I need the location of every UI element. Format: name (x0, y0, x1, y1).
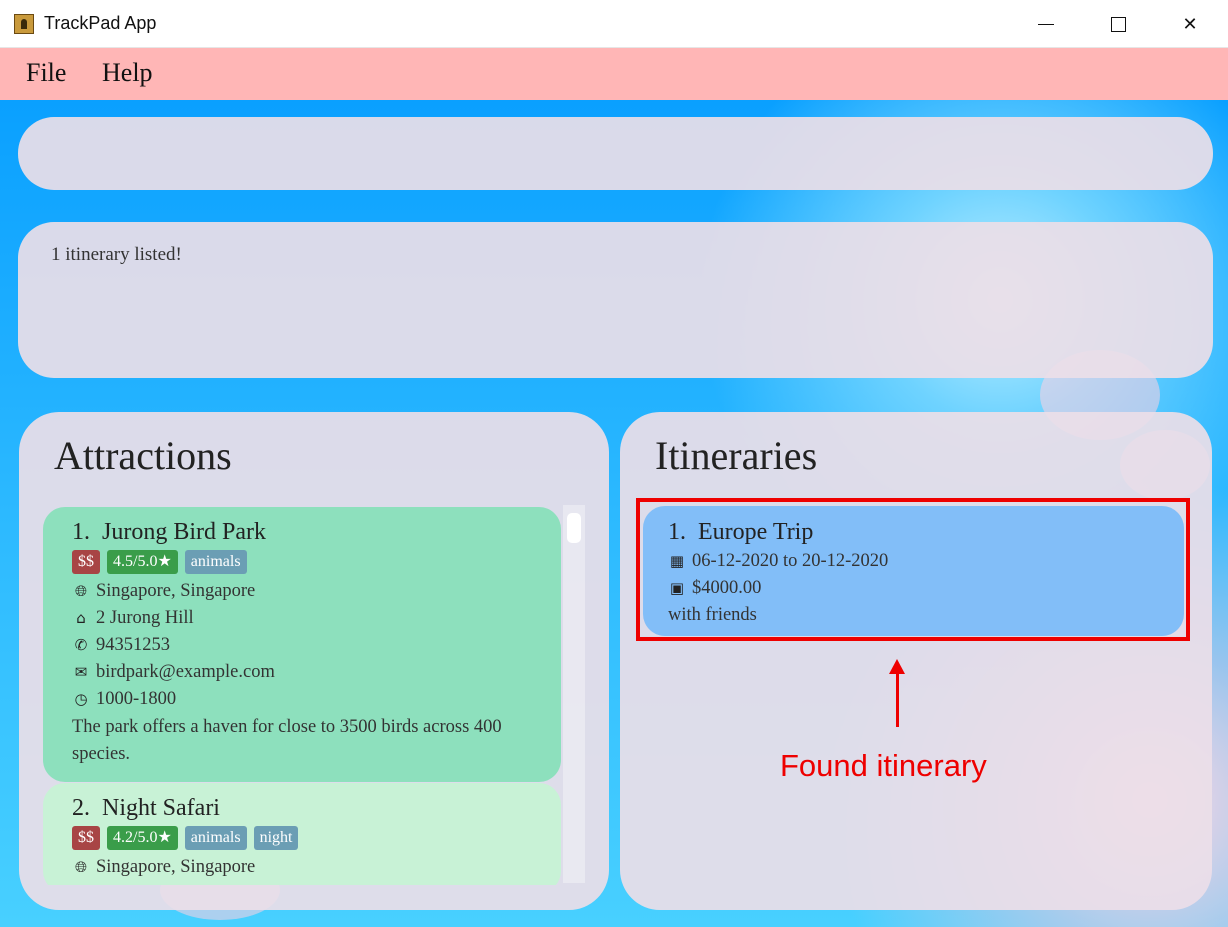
menu-help[interactable]: Help (102, 58, 153, 88)
close-button[interactable]: ✕ (1154, 0, 1226, 48)
globe-icon: 🌐︎ (74, 858, 87, 876)
email-icon: ✉ (74, 663, 88, 681)
arrow-line (896, 672, 899, 727)
attractions-panel: Attractions 1. Jurong Bird Park $$ 4.5/5… (19, 412, 609, 910)
phone-icon: ✆ (74, 636, 88, 654)
attraction-name: 1. Jurong Bird Park (72, 519, 266, 545)
command-input[interactable] (18, 117, 1213, 190)
label-tag: animals (184, 550, 247, 574)
price-tag: $$ (72, 550, 100, 574)
rating-tag: 4.5/5.0★ (107, 550, 178, 574)
attraction-card[interactable]: 1. Jurong Bird Park $$ 4.5/5.0★ animals … (43, 507, 561, 782)
title-bar: TrackPad App ✕ (0, 0, 1228, 48)
highlight-box (636, 498, 1190, 641)
window-title: TrackPad App (44, 13, 157, 33)
attraction-hours: ◷ 1000-1800 (72, 686, 551, 713)
attractions-list[interactable]: 1. Jurong Bird Park $$ 4.5/5.0★ animals … (43, 507, 561, 885)
minimize-button[interactable] (1010, 0, 1082, 48)
label-tag: animals (184, 826, 247, 850)
home-icon: ⌂ (76, 609, 86, 627)
itineraries-title: Itineraries (655, 433, 818, 478)
rating-tag: 4.2/5.0★ (107, 826, 178, 850)
itineraries-panel: Itineraries (620, 412, 1212, 910)
menu-file[interactable]: File (26, 58, 66, 88)
maximize-icon (1110, 16, 1126, 32)
attraction-name: 2. Night Safari (72, 795, 220, 821)
attraction-tags: $$ 4.2/5.0★ animals night (72, 826, 551, 850)
attractions-title: Attractions (54, 433, 232, 478)
attractions-scrollbar[interactable] (563, 505, 585, 883)
minimize-icon (1038, 23, 1054, 25)
attraction-description: The park offers a haven for close to 350… (72, 717, 502, 764)
attraction-phone: ✆ 94351253 (72, 632, 551, 659)
attraction-address: ⌂ 2 Jurong Hill (72, 605, 551, 632)
scrollbar-thumb[interactable] (567, 513, 581, 543)
label-tag: night (253, 826, 299, 850)
annotation-label: Found itinerary (780, 748, 987, 783)
result-display: 1 itinerary listed! (18, 222, 1213, 378)
attraction-location: 🌐︎ Singapore, Singapore (72, 854, 551, 881)
attraction-location: 🌐︎ Singapore, Singapore (72, 578, 551, 605)
attraction-card[interactable]: 2. Night Safari $$ 4.2/5.0★ animals nigh… (43, 783, 561, 885)
attraction-email: ✉ birdpark@example.com (72, 659, 551, 686)
maximize-button[interactable] (1082, 0, 1154, 48)
result-message: 1 itinerary listed! (51, 244, 182, 265)
attraction-tags: $$ 4.5/5.0★ animals (72, 550, 551, 574)
clock-icon: ◷ (74, 690, 88, 708)
menu-bar: File Help (0, 48, 1228, 100)
globe-icon: 🌐︎ (74, 582, 87, 600)
app-icon (14, 14, 34, 34)
close-icon: ✕ (1182, 13, 1198, 35)
price-tag: $$ (72, 826, 100, 850)
